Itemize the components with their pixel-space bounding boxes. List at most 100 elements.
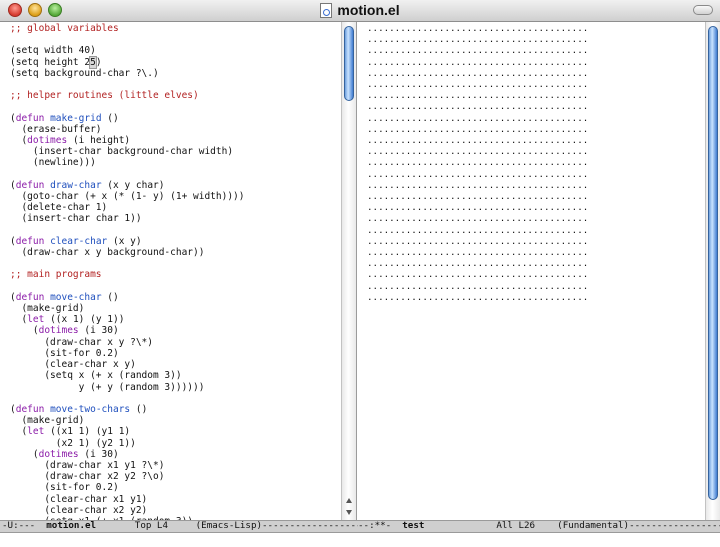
code-line: (defun clear-char (x y): [10, 236, 341, 247]
code-token: make-grid: [50, 112, 102, 124]
code-line: ​: [10, 101, 341, 112]
grid-line: ........................................: [367, 56, 589, 68]
grid-line: ........................................: [367, 23, 589, 34]
code-line: ;; main programs: [10, 269, 341, 280]
code-text-area[interactable]: ;; global variables​(setq width 40)(setq…: [0, 22, 341, 520]
code-token: (setq height 2: [10, 56, 91, 68]
code-token: (insert-char background-char width): [10, 146, 234, 158]
code-token: (x2 1) (y2 1)): [10, 437, 136, 449]
code-token: (make-grid): [10, 303, 85, 315]
code-line: (draw-char x1 y1 ?\*): [10, 460, 341, 471]
grid-line: ........................................: [367, 280, 589, 292]
code-line: (newline))): [10, 157, 341, 168]
code-line: ​: [10, 79, 341, 90]
grid-line: ........................................: [367, 123, 589, 135]
code-line: (dotimes (i 30): [10, 449, 341, 460]
right-scroll-thumb[interactable]: [708, 26, 718, 500]
code-token: (draw-char x y ?\*): [10, 336, 153, 348]
code-line: (sit-for 0.2): [10, 348, 341, 359]
code-line: (setq x (+ x (random 3)): [10, 370, 341, 381]
code-line: (make-grid): [10, 303, 341, 314]
grid-line: ........................................: [367, 269, 589, 281]
toolbar-toggle-button[interactable]: [693, 5, 713, 15]
scroll-up-arrow-icon[interactable]: [346, 498, 352, 503]
grid-line: ........................................: [367, 135, 589, 147]
code-token: (: [10, 135, 28, 147]
code-line: (dotimes (i height): [10, 135, 341, 146]
grid-line: ........................................: [367, 101, 589, 113]
grid-line: ........................................: [367, 258, 589, 270]
code-line: (dotimes (i 30): [10, 325, 341, 336]
grid-line: ........................................: [367, 79, 589, 91]
mode-line-right-buffer-name: test: [402, 520, 425, 531]
minibuffer[interactable]: [0, 533, 720, 547]
mode-line-left-buffer-name: motion.el: [46, 520, 97, 531]
mode-line-right-status: All L26 (Fundamental)-----------------: [424, 520, 720, 531]
code-token: ((x1 1) (y1 1): [44, 426, 131, 438]
code-line: (insert-char background-char width): [10, 146, 341, 157]
code-token: defun: [15, 403, 45, 415]
code-token: ;; main programs: [10, 269, 102, 281]
code-token: (setq background-char ?\.): [10, 67, 159, 79]
grid-line: ........................................: [367, 168, 589, 180]
code-line: (erase-buffer): [10, 124, 341, 135]
code-line: (clear-char x y): [10, 359, 341, 370]
grid-line: ........................................: [367, 213, 589, 225]
editor-pane-test[interactable]: ........................................…: [357, 22, 720, 520]
code-token: (sit-for 0.2): [10, 347, 119, 359]
code-token: (: [10, 325, 39, 337]
code-line: ​: [10, 225, 341, 236]
scroll-down-arrow-icon[interactable]: [346, 510, 352, 515]
code-line: (draw-char x y ?\*): [10, 337, 341, 348]
code-line: (draw-char x2 y2 ?\o): [10, 471, 341, 482]
code-token: dotimes: [38, 448, 79, 460]
mode-line-right-prefix: --:**-: [358, 520, 403, 531]
code-line: y (+ y (random 3)))))): [10, 382, 341, 393]
code-token: defun: [15, 179, 45, 191]
grid-line: ........................................: [367, 224, 589, 236]
left-pane-scrollbar[interactable]: [341, 22, 356, 520]
code-token: (setq x (+ x (random 3)): [10, 370, 182, 382]
code-line: (x2 1) (y2 1)): [10, 438, 341, 449]
grid-line: ........................................: [367, 146, 589, 158]
code-token: (clear-char x2 y2): [10, 504, 148, 516]
title-bar[interactable]: motion.el: [0, 0, 720, 22]
code-line: (clear-char x1 y1): [10, 494, 341, 505]
code-token: (draw-char x2 y2 ?\o): [10, 471, 165, 483]
code-token: (): [101, 291, 119, 303]
mode-line-right: --:**- test All L26 (Fundamental)-------…: [358, 520, 720, 532]
code-token: draw-char: [50, 179, 102, 191]
mode-line-bar: -U:--- motion.el Top L4 (Emacs-Lisp)----…: [0, 520, 720, 533]
code-token: (: [10, 314, 28, 326]
emacs-window: motion.el ;; global variables​(setq widt…: [0, 0, 720, 547]
code-token: defun: [15, 235, 45, 247]
grid-line: ........................................: [367, 67, 589, 79]
grid-line: ........................................: [367, 45, 589, 57]
mode-line-left-prefix: -U:---: [2, 520, 47, 531]
code-token: ;; helper routines (little elves): [10, 90, 199, 102]
code-line: (let ((x 1) (y 1)): [10, 314, 341, 325]
code-line: (insert-char char 1)): [10, 213, 341, 224]
code-token: ((x 1) (y 1)): [44, 314, 125, 326]
mode-line-left: -U:--- motion.el Top L4 (Emacs-Lisp)----…: [2, 520, 358, 532]
code-token: (sit-for 0.2): [10, 482, 119, 494]
code-token: (: [10, 448, 39, 460]
grid-line: ........................................: [367, 291, 589, 303]
grid-line: ........................................: [367, 191, 589, 203]
code-line: ;; global variables: [10, 23, 341, 34]
right-pane-scrollbar[interactable]: [705, 22, 720, 520]
code-token: dotimes: [27, 135, 68, 147]
code-token: (clear-char x y): [10, 359, 136, 371]
code-token: (: [10, 426, 28, 438]
code-token: (x y char): [101, 179, 165, 191]
code-line: (goto-char (+ x (* (1- y) (1+ width)))): [10, 191, 341, 202]
code-line: ​: [10, 258, 341, 269]
code-token: (draw-char x y background-char)): [10, 247, 205, 259]
editor-pane-motion-el[interactable]: ;; global variables​(setq width 40)(setq…: [0, 22, 341, 520]
grid-line: ........................................: [367, 202, 589, 214]
code-line: ​: [10, 281, 341, 292]
grid-text-area[interactable]: ........................................…: [357, 22, 720, 303]
grid-line: ........................................: [367, 235, 589, 247]
code-line: (setq background-char ?\.): [10, 68, 341, 79]
left-scroll-thumb[interactable]: [344, 26, 354, 101]
